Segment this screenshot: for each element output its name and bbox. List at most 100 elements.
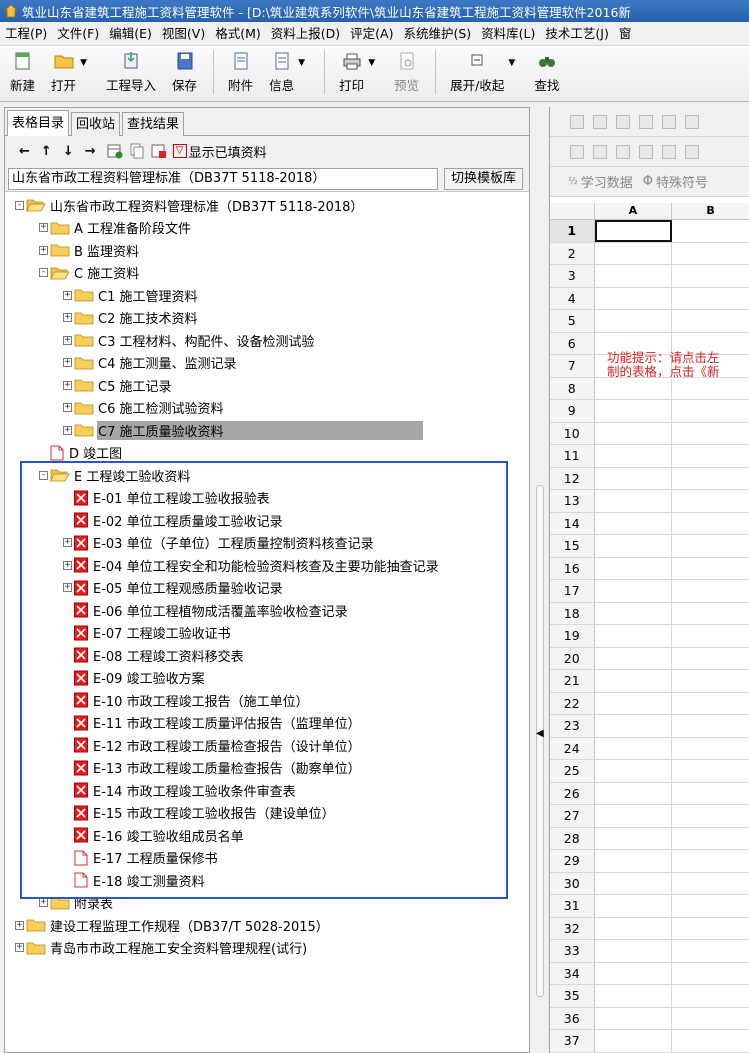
sheet-cell[interactable] [595, 1030, 673, 1052]
tree-item-label[interactable]: E-15 市政工程竣工验收报告（建设单位） [92, 803, 336, 822]
sheet-cell[interactable] [672, 715, 749, 737]
tree-item[interactable]: + C6 施工检测试验资料 [5, 397, 529, 420]
row-number[interactable]: 8 [550, 377, 595, 399]
select-all-corner[interactable] [550, 203, 595, 219]
tree-item[interactable]: - 山东省市政工程资料管理标准（DB37T 5118-2018） [5, 194, 529, 217]
sheet-cell[interactable] [595, 625, 673, 647]
show-filled-checkbox[interactable]: ▽ 显示已填资料 [172, 142, 267, 161]
sheet-cell[interactable] [672, 873, 749, 895]
find-button[interactable]: 查找 [534, 50, 559, 94]
sheet-cell[interactable] [595, 850, 673, 872]
row-number[interactable]: 6 [550, 332, 595, 354]
tree-item[interactable]: + 附录表 [5, 892, 529, 915]
sheet-cell[interactable] [672, 580, 749, 602]
sheet-cell[interactable] [595, 647, 673, 669]
border-icon[interactable] [616, 144, 630, 159]
new-button[interactable]: 新建 [10, 50, 35, 94]
row-number[interactable]: 13 [550, 490, 595, 512]
menu-item[interactable]: 系统维护(S) [398, 22, 476, 45]
sheet-cell[interactable] [595, 535, 673, 557]
tree-item[interactable]: E-18 竣工测量资料 [5, 869, 529, 892]
sheet-cell[interactable] [595, 805, 673, 827]
row-number[interactable]: 10 [550, 422, 595, 444]
sheet-cell[interactable] [672, 670, 749, 692]
row-number[interactable]: 7 [550, 355, 595, 377]
tree-item-label[interactable]: E-01 单位工程竣工验收报验表 [92, 488, 271, 507]
expand-icon[interactable]: + [63, 380, 72, 390]
row-number[interactable]: 15 [550, 535, 595, 557]
tree-item[interactable]: - C 施工资料 [5, 262, 529, 285]
open-button[interactable]: 打开 ▼ [51, 50, 87, 94]
tree-item-label[interactable]: 建设工程监理工作规程（DB37/T 5028-2015） [49, 916, 330, 935]
sheet-cell[interactable] [672, 805, 749, 827]
menu-item[interactable]: 视图(V) [157, 22, 210, 45]
sheet-cell[interactable] [595, 400, 673, 422]
tree-item-label[interactable]: C4 施工测量、监测记录 [97, 353, 237, 372]
tree-item-label[interactable]: B 监理资料 [73, 241, 140, 260]
tree-item[interactable]: E-06 单位工程植物成活覆盖率验收检查记录 [5, 599, 529, 622]
row-number[interactable]: 3 [550, 265, 595, 287]
tree-item[interactable]: + C7 施工质量验收资料 [5, 419, 529, 442]
row-number[interactable]: 25 [550, 760, 595, 782]
print-button[interactable]: 打印 ▼ [339, 50, 375, 94]
sheet-cell[interactable] [595, 445, 673, 467]
preview-button[interactable]: 预览 [394, 50, 419, 94]
sheet-cell[interactable] [595, 265, 673, 287]
row-number[interactable]: 29 [550, 850, 595, 872]
sheet-cell[interactable] [595, 917, 673, 939]
open-dropdown-icon[interactable]: ▼ [80, 58, 87, 68]
sheet-cell[interactable] [595, 872, 673, 894]
tree-item[interactable]: E-16 竣工验收组成员名单 [5, 824, 529, 847]
tree-item-label[interactable]: E-14 市政工程竣工验收条件审查表 [92, 781, 297, 800]
column-header-cell[interactable]: B [672, 203, 749, 219]
expand-icon[interactable]: + [39, 223, 48, 233]
sheet-cell[interactable] [595, 602, 673, 624]
menu-item[interactable]: 评定(A) [345, 22, 398, 45]
expand-icon[interactable]: + [63, 560, 72, 570]
row-number[interactable]: 14 [550, 512, 595, 534]
tree-item-label[interactable]: E-12 市政工程竣工质量检查报告（设计单位） [92, 736, 362, 755]
sheet-cell[interactable] [595, 940, 673, 962]
align-icon[interactable] [639, 144, 653, 159]
sheet-cell[interactable] [672, 513, 749, 535]
redo-icon[interactable] [662, 114, 676, 129]
tree-item-label[interactable]: C 施工资料 [73, 263, 140, 282]
sheet-cell[interactable] [595, 377, 673, 399]
tree-item-label[interactable]: E-16 竣工验收组成员名单 [92, 826, 245, 845]
undo-icon[interactable] [639, 114, 653, 129]
expand-dropdown-icon[interactable]: ▼ [508, 58, 515, 68]
sheet-cell[interactable] [672, 783, 749, 805]
merge-icon[interactable] [570, 144, 584, 159]
sheet-cell[interactable] [672, 963, 749, 985]
row-number[interactable]: 26 [550, 782, 595, 804]
menu-item[interactable]: 技术工艺(J) [540, 22, 613, 45]
expand-icon[interactable]: + [63, 290, 72, 300]
tab-recycle-bin[interactable]: 回收站 [71, 112, 121, 136]
tree-item-label[interactable]: E-08 工程竣工资料移交表 [92, 646, 245, 665]
sheet-cell[interactable] [595, 287, 673, 309]
row-number[interactable]: 31 [550, 895, 595, 917]
sheet-cell[interactable] [595, 242, 673, 264]
info-button[interactable]: 信息 ▼ [269, 50, 305, 94]
sheet-cell[interactable] [595, 827, 673, 849]
arrow-up-icon[interactable]: ↑ [41, 144, 52, 159]
sheet-cell[interactable] [595, 895, 673, 917]
tree-item-label[interactable]: E-09 竣工验收方案 [92, 668, 206, 687]
row-number[interactable]: 12 [550, 467, 595, 489]
tree-item-label[interactable]: C6 施工检测试验资料 [97, 398, 224, 417]
tree-item[interactable]: + C5 施工记录 [5, 374, 529, 397]
menu-item[interactable]: 编辑(E) [104, 22, 157, 45]
tree-item-label[interactable]: E-04 单位工程安全和功能检验资料核查及主要功能抽查记录 [92, 556, 440, 575]
sheet-cell[interactable] [595, 715, 673, 737]
tree-item-label[interactable]: 青岛市市政工程施工安全资料管理规程(试行) [49, 938, 308, 957]
tree-item-label[interactable]: C5 施工记录 [97, 376, 172, 395]
tree-item-label[interactable]: E-13 市政工程竣工质量检查报告（勘察单位） [92, 758, 362, 777]
expand-icon[interactable]: + [63, 313, 72, 323]
info-dropdown-icon[interactable]: ▼ [298, 58, 305, 68]
tree-item-label[interactable]: A 工程准备阶段文件 [73, 218, 192, 237]
sheet-cell[interactable] [595, 670, 673, 692]
sheet-cell[interactable] [672, 445, 749, 467]
sheet-cell[interactable] [672, 828, 749, 850]
sheet-cell[interactable] [672, 895, 749, 917]
tree-item[interactable]: + C3 工程材料、构配件、设备检测试验 [5, 329, 529, 352]
